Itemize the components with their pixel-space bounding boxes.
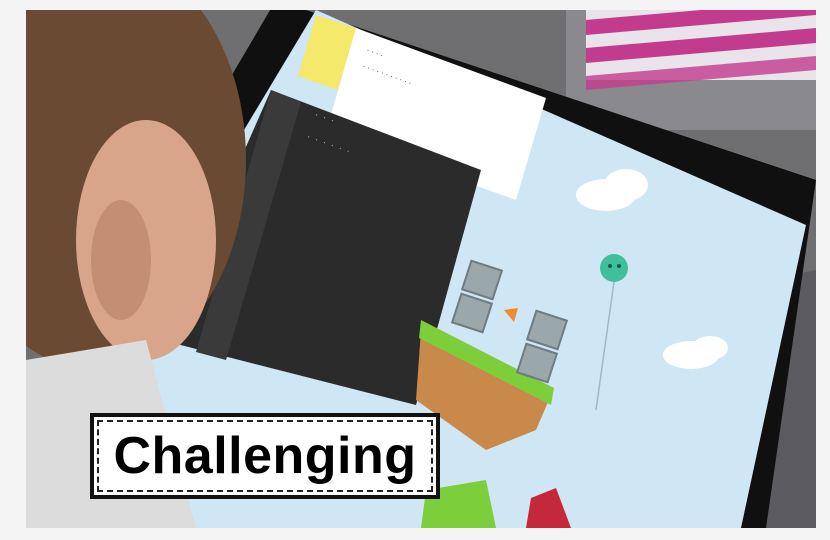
caption-label: Challenging <box>90 413 440 499</box>
caption-text: Challenging <box>113 427 417 485</box>
photo-frame: · · · · · · · · · · · · · · · · · · · · … <box>0 0 830 540</box>
striped-clothing <box>586 10 816 90</box>
